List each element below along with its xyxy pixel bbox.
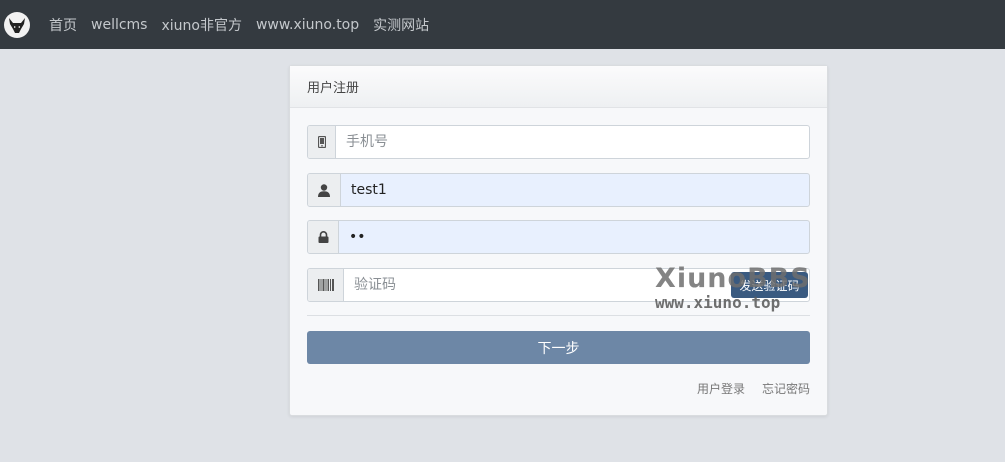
nav-link-test-site[interactable]: 实测网站 — [373, 15, 429, 35]
form-divider — [307, 315, 810, 316]
username-field — [307, 173, 810, 207]
send-code-button[interactable]: 发送验证码 — [731, 272, 808, 298]
card-header: 用户注册 — [290, 66, 827, 108]
phone-field — [307, 125, 810, 159]
ox-head-logo-icon[interactable] — [4, 12, 30, 38]
verify-code-field: 发送验证码 — [307, 268, 810, 302]
barcode-icon — [308, 269, 344, 301]
nav-link-wellcms[interactable]: wellcms — [91, 17, 147, 33]
card-title: 用户注册 — [307, 81, 360, 96]
forgot-password-link[interactable]: 忘记密码 — [762, 380, 810, 397]
password-input[interactable] — [339, 221, 809, 253]
phone-input[interactable] — [336, 126, 809, 158]
bottom-links: 用户登录 忘记密码 — [697, 380, 810, 397]
password-field — [307, 220, 810, 254]
nav-links: 首页 wellcms xiuno非官方 www.xiuno.top 实测网站 — [49, 0, 429, 49]
top-navbar: 首页 wellcms xiuno非官方 www.xiuno.top 实测网站 — [0, 0, 1005, 49]
nav-link-home[interactable]: 首页 — [49, 15, 77, 35]
login-link[interactable]: 用户登录 — [697, 380, 745, 397]
nav-link-xiuno-unofficial[interactable]: xiuno非官方 — [161, 15, 242, 35]
lock-icon — [308, 221, 339, 253]
mobile-icon — [308, 126, 336, 158]
username-input[interactable] — [341, 174, 809, 206]
nav-link-xiuno-top[interactable]: www.xiuno.top — [256, 17, 359, 33]
next-step-button[interactable]: 下一步 — [307, 331, 810, 364]
user-icon — [308, 174, 341, 206]
register-card: 用户注册 手机号 test1 •• 验证码 发送验证码 XiunoBBS www… — [289, 65, 828, 416]
